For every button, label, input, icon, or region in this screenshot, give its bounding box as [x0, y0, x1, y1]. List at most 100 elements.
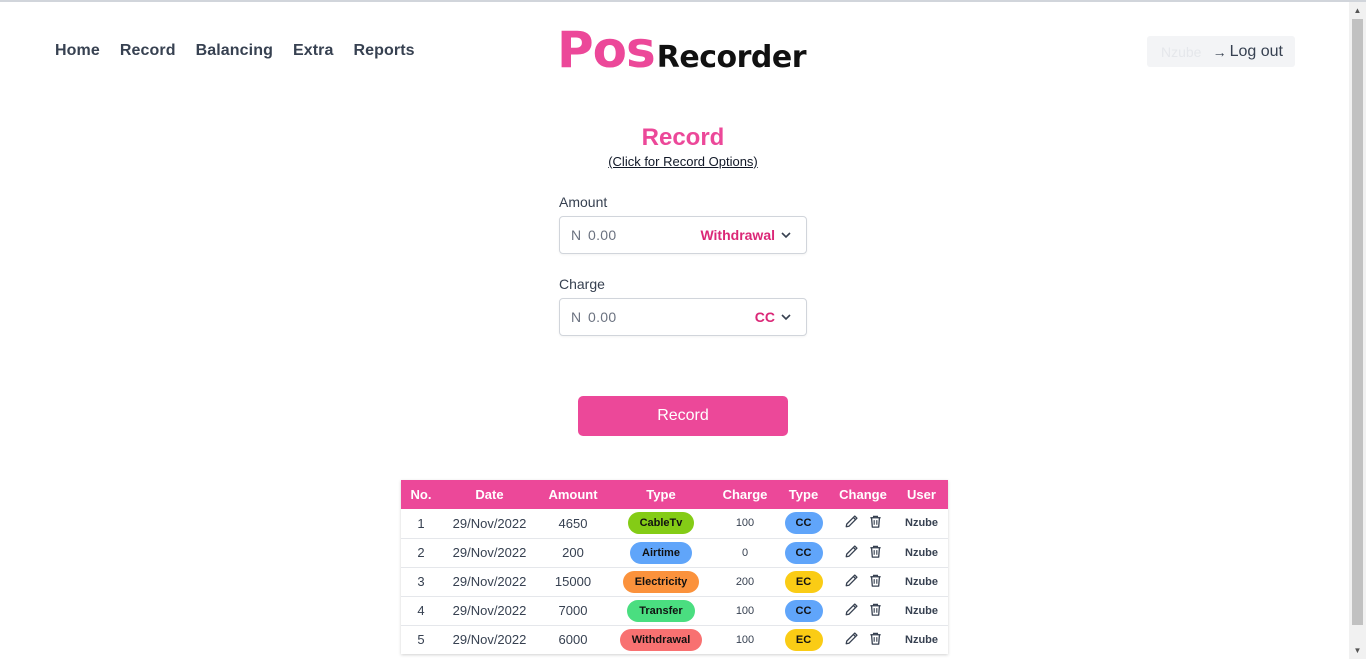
row-charge: 100	[735, 633, 755, 646]
row-user: Nzube	[905, 633, 938, 646]
row-no: 4	[417, 603, 425, 618]
header-date: Date	[475, 487, 504, 502]
row-user: Nzube	[905, 604, 938, 617]
charge-type-badge: CC	[784, 512, 823, 535]
row-charge: 100	[735, 604, 755, 617]
main-nav: Home Record Balancing Extra Reports	[55, 42, 435, 60]
table-row: 1 29/Nov/2022 4650 CableTv 100 CC Nzube	[401, 509, 948, 538]
nav-home[interactable]: Home	[55, 42, 100, 60]
amount-input[interactable]: 0.00	[588, 227, 616, 243]
records-table: No. Date Amount Type Charge Type Change …	[401, 480, 948, 654]
row-amount: 200	[562, 545, 584, 560]
app-logo[interactable]: Pos Recorder	[557, 21, 807, 79]
trash-icon[interactable]	[868, 602, 883, 617]
row-no: 5	[417, 632, 425, 648]
header-charge: Charge	[722, 487, 768, 502]
trash-icon[interactable]	[868, 544, 883, 559]
charge-type-badge: EC	[784, 570, 823, 593]
row-no: 3	[417, 574, 425, 589]
table-row: 2 29/Nov/2022 200 Airtime 0 CC Nzube	[401, 538, 948, 567]
nav-extra[interactable]: Extra	[293, 42, 334, 60]
record-button[interactable]: Record	[578, 396, 788, 436]
type-badge: Electricity	[622, 570, 700, 593]
header-change: Change	[839, 487, 887, 502]
charge-type-value: CC	[754, 309, 775, 325]
charge-currency: N	[571, 309, 582, 325]
amount-field[interactable]: N 0.00 Withdrawal	[559, 216, 807, 254]
chevron-down-icon	[781, 232, 791, 239]
row-date: 29/Nov/2022	[452, 545, 527, 560]
header-no: No.	[410, 487, 432, 502]
type-badge: CableTv	[627, 512, 695, 535]
row-date: 29/Nov/2022	[452, 603, 527, 618]
pencil-icon[interactable]	[844, 573, 859, 588]
row-date: 29/Nov/2022	[452, 515, 527, 531]
type-badge: Transfer	[627, 599, 695, 622]
logo-recorder: Recorder	[656, 40, 807, 75]
chevron-down-icon	[781, 314, 791, 321]
table-row: 4 29/Nov/2022 7000 Transfer 100 CC Nzube	[401, 596, 948, 625]
pencil-icon[interactable]	[844, 602, 859, 617]
scrollbar-thumb[interactable]	[1352, 19, 1363, 625]
row-amount: 7000	[558, 603, 588, 618]
charge-type-select[interactable]: CC	[755, 309, 792, 325]
charge-input[interactable]: 0.00	[588, 309, 616, 325]
trash-icon[interactable]	[868, 631, 883, 646]
amount-type-select[interactable]: Withdrawal	[700, 227, 792, 243]
row-actions	[844, 514, 883, 529]
row-date: 29/Nov/2022	[452, 574, 527, 589]
header-charge-type: Type	[788, 487, 819, 502]
row-charge: 0	[741, 546, 749, 559]
table-header-row: No. Date Amount Type Charge Type Change …	[401, 480, 948, 509]
type-badge: Airtime	[630, 541, 692, 564]
table-row: 5 29/Nov/2022 6000 Withdrawal 100 EC Nzube	[401, 625, 948, 654]
row-user: Nzube	[905, 517, 938, 530]
scroll-up-icon[interactable]: ▲	[1349, 2, 1366, 19]
page-title: Record	[641, 124, 725, 151]
row-user: Nzube	[905, 575, 938, 588]
row-charge: 100	[735, 517, 755, 530]
trash-icon[interactable]	[868, 514, 883, 529]
amount-label: Amount	[559, 194, 608, 210]
pencil-icon[interactable]	[844, 631, 859, 646]
row-charge: 200	[735, 575, 755, 588]
charge-type-badge: EC	[784, 628, 823, 651]
table-row: 3 29/Nov/2022 15000 Electricity 200 EC Nzube	[401, 567, 948, 596]
arrow-right-icon: →	[1212, 43, 1227, 60]
type-badge: Withdrawal	[619, 628, 703, 651]
row-actions	[844, 544, 883, 559]
window-top-border	[0, 0, 1366, 2]
record-options-link[interactable]: (Click for Record Options)	[608, 154, 758, 169]
pencil-icon[interactable]	[844, 514, 859, 529]
logout-label: Log out	[1229, 42, 1283, 60]
row-amount: 6000	[558, 632, 588, 648]
row-actions	[844, 631, 883, 646]
row-date: 29/Nov/2022	[452, 632, 527, 648]
row-amount: 15000	[554, 574, 592, 589]
amount-currency: N	[571, 227, 582, 243]
amount-type-value: Withdrawal	[700, 227, 775, 243]
row-actions	[844, 573, 883, 588]
row-no: 1	[417, 515, 425, 531]
row-actions	[844, 602, 883, 617]
charge-type-badge: CC	[784, 599, 823, 622]
username-label: Nzube	[1161, 43, 1202, 60]
row-amount: 4650	[558, 515, 588, 531]
pencil-icon[interactable]	[844, 544, 859, 559]
logo-pos: Pos	[557, 21, 656, 79]
nav-reports[interactable]: Reports	[354, 42, 415, 60]
charge-type-badge: CC	[784, 541, 823, 564]
row-user: Nzube	[905, 546, 938, 559]
header-user: User	[907, 487, 936, 502]
trash-icon[interactable]	[868, 573, 883, 588]
charge-label: Charge	[559, 276, 605, 292]
nav-balancing[interactable]: Balancing	[196, 42, 273, 60]
logout-button[interactable]: Nzube → Log out	[1147, 36, 1295, 67]
vertical-scrollbar[interactable]: ▲ ▼	[1349, 2, 1366, 659]
header-amount: Amount	[548, 487, 598, 502]
header-type: Type	[646, 487, 676, 502]
scroll-down-icon[interactable]: ▼	[1349, 642, 1366, 659]
row-no: 2	[417, 545, 425, 560]
charge-field[interactable]: N 0.00 CC	[559, 298, 807, 336]
nav-record[interactable]: Record	[120, 42, 176, 60]
